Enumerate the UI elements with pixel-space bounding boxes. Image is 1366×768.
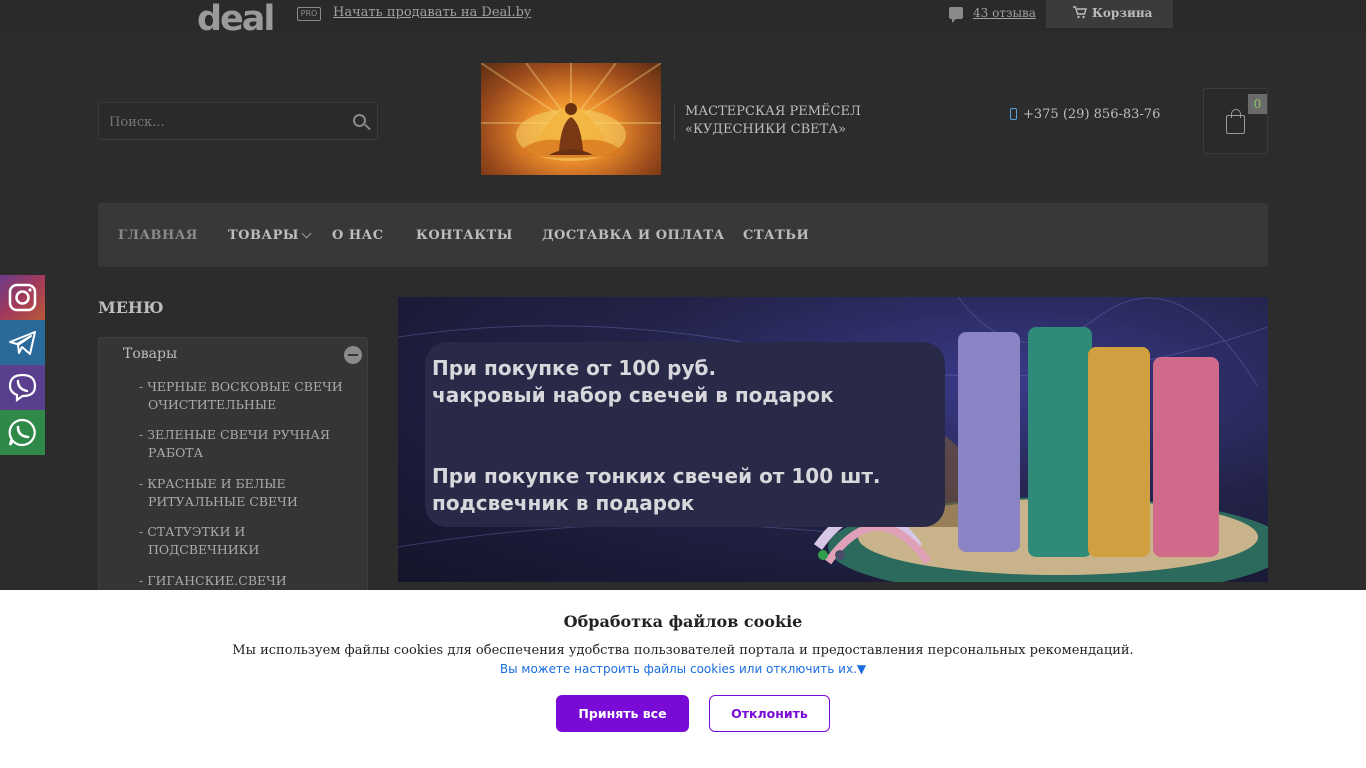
comment-icon (949, 7, 963, 23)
sidebar-item-black-candles[interactable]: - ЧЕРНЫЕ ВОСКОВЫЕ СВЕЧИ ОЧИСТИТЕЛЬНЫЕ (139, 378, 344, 414)
shop-name-line1: МАСТЕРСКАЯ РЕМЁСЕЛ (685, 104, 861, 119)
sidebar-item-statuettes[interactable]: - СТАТУЭТКИ И ПОДСВЕЧНИКИ (139, 523, 344, 559)
shop-logo[interactable] (481, 63, 661, 175)
slider-dot[interactable] (835, 550, 845, 560)
shop-name: МАСТЕРСКАЯ РЕМЁСЕЛ «КУДЕСНИКИ СВЕТА» (685, 103, 885, 139)
header-divider (674, 104, 675, 140)
collapse-icon[interactable] (344, 346, 362, 364)
telegram-button[interactable] (0, 320, 45, 365)
cookie-title: Обработка файлов cookie (563, 612, 803, 631)
promo-line1: При покупке от 100 руб. (432, 356, 717, 380)
instagram-button[interactable] (0, 275, 45, 320)
sidebar-item-red-white-candles[interactable]: - КРАСНЫЕ И БЕЛЫЕ РИТУАЛЬНЫЕ СВЕЧИ (139, 475, 344, 511)
whatsapp-icon (8, 418, 36, 447)
nav-products[interactable]: ТОВАРЫ (228, 228, 299, 243)
viber-icon (8, 373, 37, 403)
telegram-icon (9, 331, 36, 355)
nav-delivery[interactable]: ДОСТАВКА И ОПЛАТА (542, 228, 725, 243)
top-cart-label: Корзина (1092, 6, 1153, 20)
promo-banner[interactable]: При покупке от 100 руб. чакровый набор с… (398, 297, 1268, 582)
promo-line4: подсвечник в подарок (432, 491, 695, 515)
cart-count-badge: 0 (1248, 94, 1267, 114)
promo-line3: При покупке тонких свечей от 100 шт. (432, 464, 881, 488)
shop-name-line2: «КУДЕСНИКИ СВЕТА» (685, 122, 847, 137)
cookie-banner: Обработка файлов cookie Мы используем фа… (0, 590, 1366, 768)
shopping-bag-icon (1226, 109, 1245, 134)
cart-icon (1073, 6, 1087, 23)
nav-about[interactable]: О НАС (332, 228, 384, 243)
sidebar-menu: Товары - ЧЕРНЫЕ ВОСКОВЫЕ СВЕЧИ ОЧИСТИТЕЛ… (98, 337, 368, 606)
pro-badge: PRO (297, 7, 321, 21)
nav-contacts[interactable]: КОНТАКТЫ (416, 228, 513, 243)
instagram-icon (8, 283, 37, 312)
nav-articles[interactable]: СТАТЬИ (743, 228, 809, 243)
whatsapp-button[interactable] (0, 410, 45, 455)
slider-dot-active[interactable] (818, 550, 828, 560)
main-nav: ГЛАВНАЯ ТОВАРЫ О НАС КОНТАКТЫ ДОСТАВКА И… (98, 203, 1268, 267)
chevron-down-icon[interactable] (301, 228, 312, 239)
nav-home[interactable]: ГЛАВНАЯ (118, 228, 198, 243)
reviews-link[interactable]: 43 отзыва (973, 6, 1036, 20)
sidebar-category-products[interactable]: Товары (123, 346, 177, 362)
decline-button[interactable]: Отклонить (709, 695, 830, 732)
search-input[interactable] (109, 112, 339, 132)
accept-all-button[interactable]: Принять все (556, 695, 689, 732)
search-icon[interactable] (353, 114, 366, 127)
phone-icon (1010, 108, 1017, 120)
top-cart-button[interactable]: Корзина (1046, 0, 1173, 28)
viber-button[interactable] (0, 365, 45, 410)
sidebar-title: МЕНЮ (98, 298, 164, 317)
search-box (98, 102, 378, 140)
start-selling-link[interactable]: Начать продавать на Deal.by (333, 5, 531, 20)
cookie-settings-link[interactable]: Вы можете настроить файлы cookies или от… (0, 662, 1366, 676)
phone-number[interactable]: +375 (29) 856-83-76 (1023, 107, 1160, 122)
promo-line2: чакровый набор свечей в подарок (432, 383, 834, 407)
sidebar-item-green-candles[interactable]: - ЗЕЛЕНЫЕ СВЕЧИ РУЧНАЯ РАБОТА (139, 426, 344, 462)
deal-logo[interactable]: deal (197, 2, 275, 37)
cookie-text: Мы используем файлы cookies для обеспече… (232, 643, 1134, 658)
top-bar: deal PRO Начать продавать на Deal.by 43 … (0, 0, 1366, 37)
